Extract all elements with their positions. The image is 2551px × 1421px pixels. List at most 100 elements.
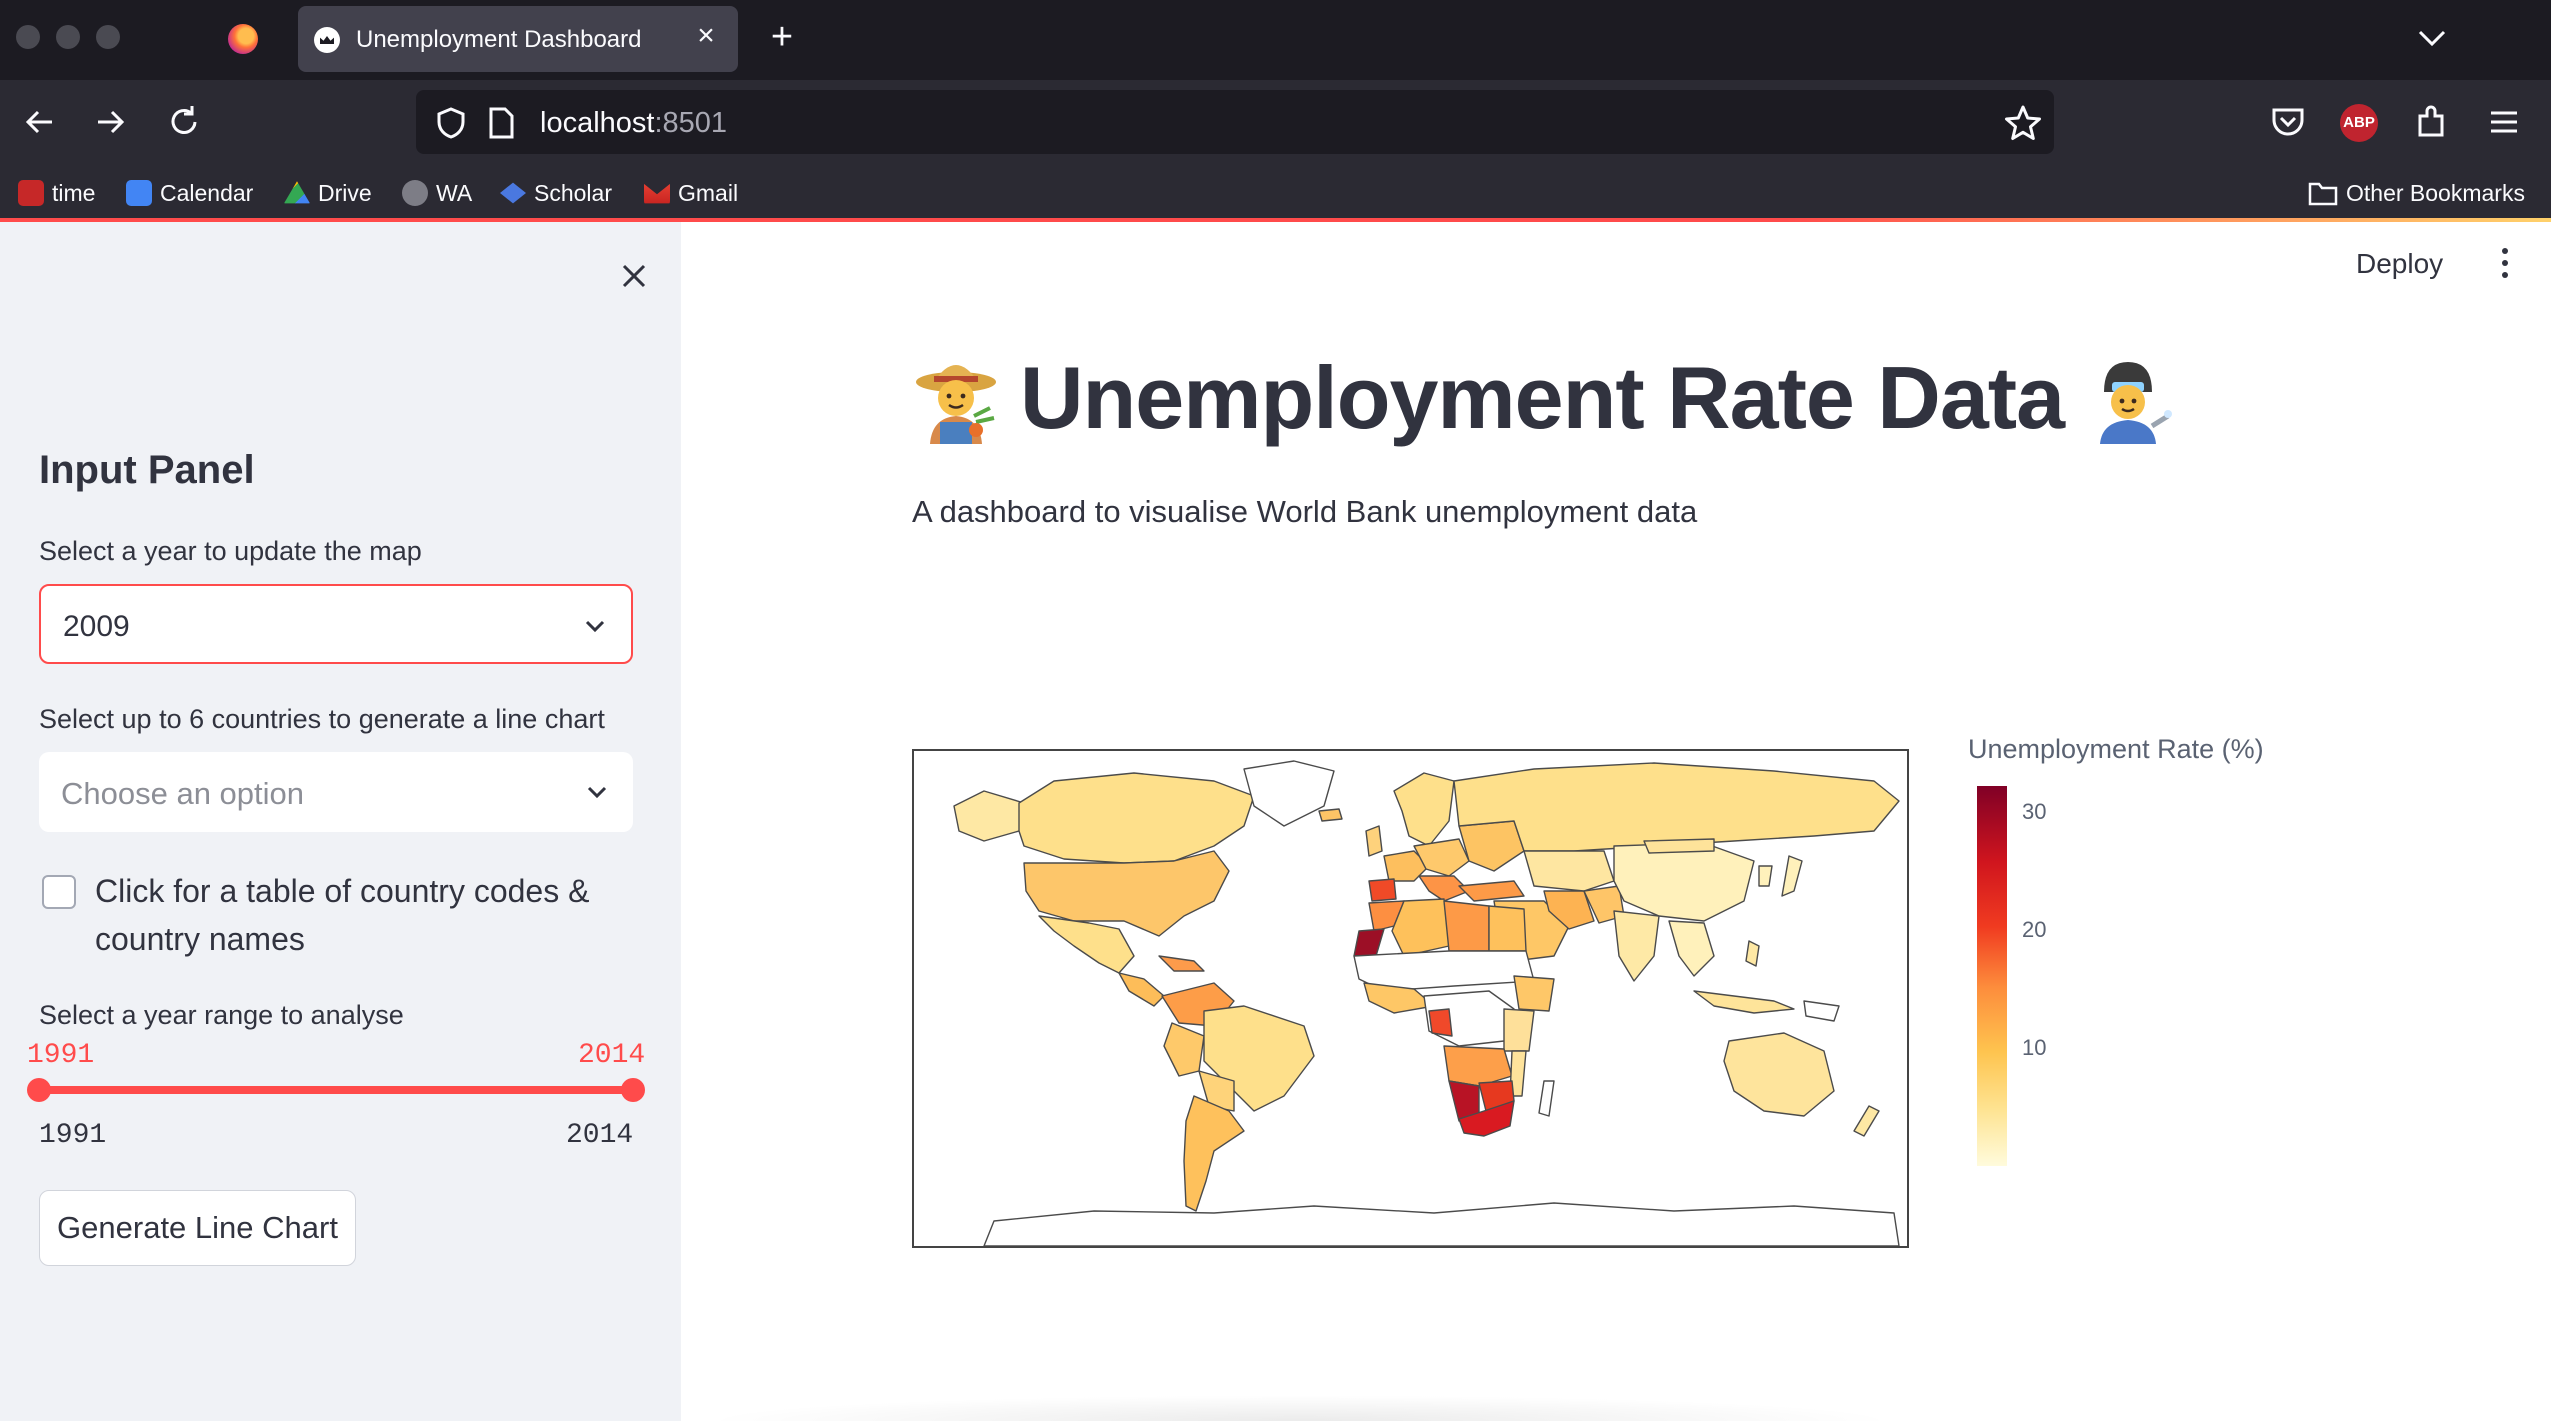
streamlit-favicon-icon bbox=[314, 27, 340, 53]
window-close-button[interactable] bbox=[16, 25, 40, 49]
page-title-row: Unemployment Rate Data bbox=[910, 348, 2174, 448]
colorbar-gradient bbox=[1977, 786, 2007, 1166]
range-max-label: 2014 bbox=[566, 1120, 634, 1151]
bookmark-gmail[interactable]: Gmail bbox=[644, 176, 738, 210]
map-region-scandinavia bbox=[1393, 772, 1455, 847]
bookmark-drive[interactable]: Drive bbox=[284, 176, 372, 210]
map-region-ethiopia bbox=[1513, 975, 1555, 1012]
bookmark-label: Scholar bbox=[534, 179, 612, 206]
map-region-korea bbox=[1758, 865, 1773, 887]
extensions-puzzle-icon[interactable] bbox=[2412, 102, 2452, 142]
bookmark-wa[interactable]: WA bbox=[402, 176, 472, 210]
browser-tab-active[interactable]: Unemployment Dashboard × bbox=[298, 6, 738, 72]
year-select[interactable]: 2009 bbox=[39, 584, 633, 664]
map-region-canada bbox=[1018, 772, 1255, 864]
menu-hamburger-icon[interactable] bbox=[2484, 102, 2524, 142]
input-panel-heading: Input Panel bbox=[39, 448, 255, 492]
map-region-gabon bbox=[1428, 1008, 1453, 1037]
map-region-alaska bbox=[953, 790, 1025, 842]
generate-line-chart-button[interactable]: Generate Line Chart bbox=[39, 1190, 356, 1266]
page-title: Unemployment Rate Data bbox=[1020, 348, 2065, 447]
tab-title: Unemployment Dashboard bbox=[356, 26, 642, 53]
window-minimize-button[interactable] bbox=[56, 25, 80, 49]
farmer-emoji-icon bbox=[916, 365, 996, 444]
range-low-thumb[interactable] bbox=[27, 1078, 51, 1102]
year-range-slider-track[interactable] bbox=[39, 1086, 633, 1094]
bottom-shadow bbox=[700, 1395, 1900, 1421]
map-region-western-sahara bbox=[1353, 928, 1385, 957]
map-region-papua bbox=[1803, 1000, 1840, 1022]
colorbar-tick: 10 bbox=[2022, 1035, 2047, 1060]
map-region-central-america bbox=[1118, 972, 1165, 1007]
page-subtitle: A dashboard to visualise World Bank unem… bbox=[912, 494, 1698, 529]
map-region-antarctica bbox=[983, 1202, 1900, 1246]
map-region-east-africa bbox=[1503, 1008, 1535, 1052]
map-region-angola-zambia bbox=[1443, 1045, 1513, 1087]
map-region-mexico bbox=[1038, 915, 1135, 974]
map-region-eastern-europe bbox=[1458, 820, 1525, 872]
world-map-svg bbox=[953, 760, 1900, 1246]
map-region-peru bbox=[1163, 1022, 1205, 1077]
main-menu-kebab-icon[interactable] bbox=[2498, 246, 2512, 282]
range-low-value: 1991 bbox=[27, 1040, 95, 1071]
firefox-view-icon[interactable] bbox=[228, 24, 258, 54]
chevron-down-icon bbox=[585, 620, 605, 633]
year-range-label: Select a year range to analyse bbox=[39, 1000, 404, 1030]
adblock-plus-icon[interactable]: ABP bbox=[2340, 104, 2378, 142]
countries-multiselect[interactable]: Choose an option bbox=[39, 752, 633, 832]
map-region-egypt bbox=[1488, 905, 1527, 952]
bookmark-label: time bbox=[52, 179, 96, 206]
map-region-central-asia bbox=[1523, 850, 1615, 892]
map-region-argentina-chile bbox=[1183, 1095, 1245, 1212]
country-table-checkbox-label[interactable]: Click for a table of country codes & cou… bbox=[95, 867, 615, 963]
range-high-value: 2014 bbox=[578, 1040, 646, 1071]
sidebar-close-icon[interactable] bbox=[612, 254, 656, 298]
map-region-caribbean bbox=[1158, 955, 1205, 972]
map-region-spain bbox=[1368, 878, 1397, 902]
url-text: localhost:8501 bbox=[540, 107, 728, 139]
new-tab-icon[interactable]: + bbox=[762, 18, 802, 58]
map-region-china bbox=[1613, 842, 1755, 922]
tab-close-icon[interactable]: × bbox=[688, 19, 724, 55]
bookmark-time[interactable]: time bbox=[18, 176, 95, 210]
country-table-checkbox[interactable] bbox=[42, 875, 76, 909]
unemployment-choropleth-map[interactable] bbox=[912, 749, 1909, 1248]
other-bookmarks[interactable]: Other Bookmarks bbox=[2308, 176, 2525, 210]
year-select-label: Select a year to update the map bbox=[39, 536, 422, 566]
countries-placeholder: Choose an option bbox=[61, 776, 305, 811]
range-high-thumb[interactable] bbox=[621, 1078, 645, 1102]
map-region-japan bbox=[1781, 855, 1803, 897]
pocket-icon[interactable] bbox=[2268, 102, 2308, 142]
browser-navbar: localhost:8501 ABP bbox=[0, 80, 2551, 166]
reload-icon[interactable] bbox=[162, 100, 206, 144]
time-favicon-icon bbox=[18, 180, 44, 206]
bookmark-calendar[interactable]: Calendar bbox=[126, 176, 253, 210]
countries-select-label: Select up to 6 countries to generate a l… bbox=[39, 704, 605, 734]
tracking-shield-icon[interactable] bbox=[434, 106, 468, 140]
bookmark-label: Drive bbox=[318, 179, 372, 206]
back-arrow-icon[interactable] bbox=[18, 100, 62, 144]
bookmark-label: Calendar bbox=[160, 179, 254, 206]
chevron-down-icon bbox=[587, 786, 607, 799]
bookmark-star-icon[interactable] bbox=[2004, 104, 2042, 142]
map-region-india bbox=[1613, 910, 1660, 982]
deploy-button[interactable]: Deploy bbox=[2356, 248, 2443, 280]
bookmark-scholar[interactable]: Scholar bbox=[500, 176, 612, 210]
map-region-new-zealand bbox=[1853, 1105, 1880, 1137]
map-region-iceland bbox=[1318, 808, 1343, 822]
map-region-libya bbox=[1443, 900, 1490, 952]
bookmarks-toolbar: time Calendar Drive WA Scholar Gmail Oth… bbox=[0, 166, 2551, 220]
address-bar[interactable]: localhost:8501 bbox=[416, 90, 2054, 154]
page-info-icon[interactable] bbox=[486, 106, 516, 140]
colorbar-title: Unemployment Rate (%) bbox=[1968, 734, 2264, 764]
colorbar-tick: 30 bbox=[2022, 799, 2047, 824]
window-zoom-button[interactable] bbox=[96, 25, 120, 49]
bookmark-label: Gmail bbox=[678, 179, 739, 206]
map-region-philippines bbox=[1745, 940, 1760, 967]
sidebar: Input Panel Select a year to update the … bbox=[0, 222, 681, 1421]
map-region-mongolia bbox=[1643, 838, 1715, 854]
forward-arrow-icon[interactable] bbox=[88, 100, 132, 144]
list-tabs-chevron-icon[interactable] bbox=[2412, 18, 2452, 58]
factory-worker-emoji-icon bbox=[2100, 362, 2173, 444]
scholar-favicon-icon bbox=[500, 182, 526, 204]
